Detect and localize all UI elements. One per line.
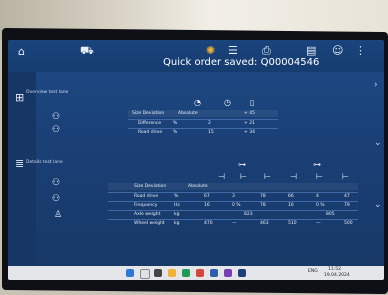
axle-icon: ⚇: [52, 112, 61, 122]
size-deviation-value[interactable]: Absolute: [188, 184, 208, 189]
left-wheel-icon: ⊣: [290, 172, 297, 181]
task-view-icon[interactable]: [154, 269, 162, 277]
right-wheel-icon: ⊢: [342, 172, 349, 181]
cell: 805: [326, 212, 335, 217]
row-unit: %: [173, 121, 178, 126]
divider: [128, 128, 278, 129]
left-wheel-icon: ⊣: [218, 172, 225, 181]
divider: [108, 219, 358, 220]
size-deviation-value[interactable]: Absolute: [178, 111, 198, 116]
timer-icon: ◔: [194, 98, 201, 107]
user-icon[interactable]: ☺: [332, 45, 343, 56]
row-label: Road drive: [134, 194, 159, 199]
equalizer-icon[interactable]: ☰: [228, 45, 238, 56]
divider: [108, 201, 358, 202]
weight-icon: ♙: [54, 210, 63, 220]
search-icon[interactable]: [140, 269, 150, 279]
battery-icon: ▯: [250, 98, 255, 107]
cell: 78: [260, 194, 266, 199]
cell: 66: [288, 194, 294, 199]
chevron-down-icon[interactable]: ⌄: [374, 200, 382, 210]
app-icon[interactable]: [224, 269, 232, 277]
divider: [128, 119, 278, 120]
row-label: Axle weight: [134, 212, 161, 217]
cell: 463: [260, 221, 269, 226]
cell: 67: [204, 194, 210, 199]
row-label: Road drive: [138, 130, 163, 135]
wheel-icon: ⚇: [52, 194, 61, 204]
app-icon[interactable]: [238, 269, 246, 277]
row-value: 15: [208, 130, 214, 135]
axle-total-icon: ⊢: [316, 172, 323, 181]
cell: —: [316, 221, 321, 226]
clock-date[interactable]: 19.04.2024: [324, 273, 350, 278]
front-axle-icon: ⊶: [238, 160, 246, 169]
page-title: Quick order saved: Q00004546: [163, 57, 320, 68]
app-icon[interactable]: [210, 269, 218, 277]
menu-icon[interactable]: ⋮: [355, 45, 366, 56]
overview-section-label: Overview test lane: [26, 90, 69, 95]
cell: 0 %: [232, 203, 241, 208]
cell: —: [232, 221, 237, 226]
row-unit: %: [174, 194, 179, 199]
row-unit: kg: [174, 221, 180, 226]
cell: 823: [244, 212, 253, 217]
cell: 500: [344, 221, 353, 226]
app-screen: ⌂ ⛟ ✺ ☰ ⎙ ▤ ☺ ⋮ Quick order saved: Q0000…: [8, 40, 384, 280]
divider: [108, 192, 358, 193]
cell: 16: [288, 203, 294, 208]
top-bar: ⌂ ⛟ ✺ ☰ ⎙ ▤ ☺ ⋮ Quick order saved: Q0000…: [8, 40, 384, 72]
cell: 78: [260, 203, 266, 208]
cell: 3: [232, 194, 235, 199]
document-icon[interactable]: ▤: [306, 45, 316, 56]
axle-total-icon: ⊢: [240, 172, 247, 181]
cell: 4: [316, 194, 319, 199]
browser-icon[interactable]: [182, 269, 190, 277]
vehicle-icon[interactable]: ⛟: [80, 45, 94, 56]
divider: [108, 210, 358, 211]
start-icon[interactable]: [126, 269, 134, 277]
row-label: Difference: [138, 121, 162, 126]
cell: 16: [204, 203, 210, 208]
details-section-label: Details test lane: [26, 160, 63, 165]
row-label: Wheel weight: [134, 221, 165, 226]
left-navigation: ⊞ ≣: [8, 72, 36, 280]
app-icon[interactable]: [196, 269, 204, 277]
chevron-right-icon[interactable]: ›: [374, 80, 378, 90]
rear-axle-icon: ⊶: [313, 160, 321, 169]
size-extra: + 45: [244, 111, 255, 116]
cell: 79: [344, 203, 350, 208]
row-value: 2: [208, 121, 211, 126]
language-indicator[interactable]: ENG: [308, 269, 318, 274]
row-extra: + 21: [244, 121, 255, 126]
brake-icon: ⚇: [52, 125, 61, 135]
row-unit: Hz: [174, 203, 180, 208]
row-unit: kg: [174, 212, 180, 217]
clock-time[interactable]: 11:52: [328, 267, 341, 272]
taskbar: ENG 11:52 19.04.2024: [8, 266, 384, 280]
cell: 510: [288, 221, 297, 226]
grid-icon[interactable]: ⊞: [15, 92, 24, 103]
cell: 0 %: [316, 203, 325, 208]
axle-icon: ⚇: [52, 178, 61, 188]
row-label: Frequency: [134, 203, 158, 208]
settings-icon[interactable]: ✺: [206, 45, 215, 56]
cell: 470: [204, 221, 213, 226]
right-wheel-icon: ⊢: [264, 172, 271, 181]
size-deviation-label: Size Deviation: [134, 184, 167, 189]
row-extra: + 34: [244, 130, 255, 135]
list-icon[interactable]: ≣: [15, 158, 24, 169]
cell: 47: [344, 194, 350, 199]
row-unit: %: [173, 130, 178, 135]
print-icon[interactable]: ⎙: [262, 45, 271, 56]
folder-icon[interactable]: [168, 269, 176, 277]
size-deviation-label: Size Deviation: [132, 111, 165, 116]
speed-icon: ◷: [224, 98, 231, 107]
home-icon[interactable]: ⌂: [18, 46, 25, 57]
chevron-down-icon[interactable]: ⌄: [374, 138, 382, 148]
